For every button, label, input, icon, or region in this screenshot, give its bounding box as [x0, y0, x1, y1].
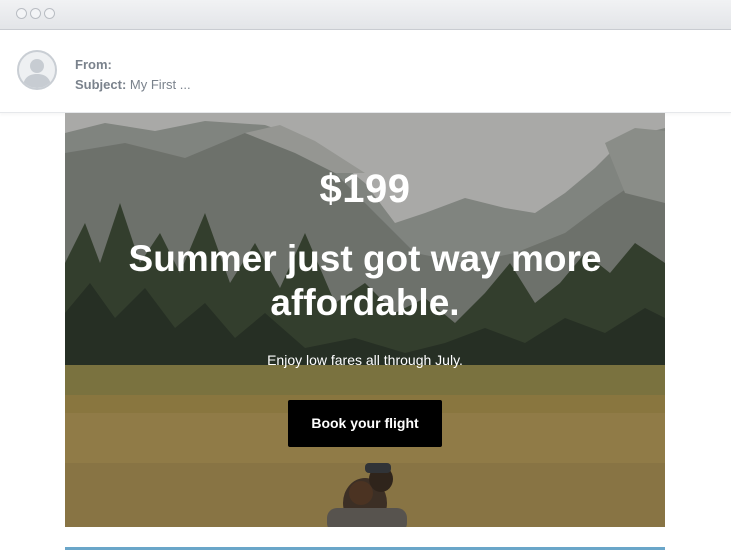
hero-banner: $199 Summer just got way more affordable…: [65, 113, 665, 527]
subject-label: Subject:: [75, 77, 127, 92]
subject-line: Subject: My First ...: [75, 75, 191, 95]
window-controls: [16, 8, 55, 19]
email-header: From: Subject: My First ...: [0, 31, 731, 113]
avatar: [17, 50, 57, 90]
hero-subline: Enjoy low fares all through July.: [267, 352, 463, 368]
close-dot[interactable]: [16, 8, 27, 19]
from-line: From:: [75, 55, 191, 75]
hero-price: $199: [319, 167, 411, 211]
hero-headline: Summer just got way more affordable.: [128, 238, 602, 323]
from-label: From:: [75, 57, 112, 72]
book-flight-button[interactable]: Book your flight: [288, 400, 442, 447]
window-titlebar: [0, 0, 731, 30]
zoom-dot[interactable]: [44, 8, 55, 19]
email-meta: From: Subject: My First ...: [75, 55, 191, 95]
minimize-dot[interactable]: [30, 8, 41, 19]
person-icon: [23, 59, 51, 88]
subject-value: My First ...: [129, 77, 191, 92]
